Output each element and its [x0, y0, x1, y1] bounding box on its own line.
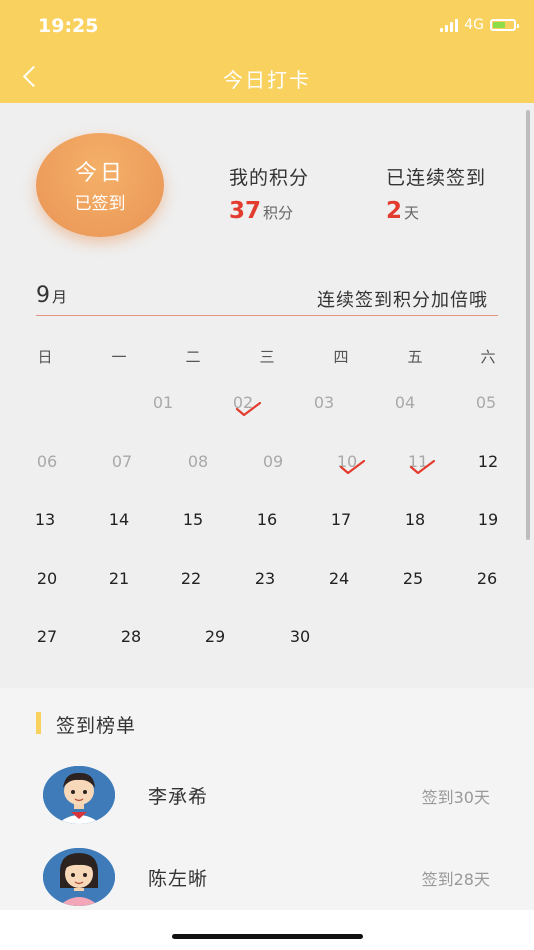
leaderboard-user-name: 李承希	[148, 786, 209, 808]
stat-points-value: 37	[229, 198, 262, 224]
calendar-day-13[interactable]: 13	[35, 510, 55, 529]
streak-tip: 连续签到积分加倍哦	[317, 290, 488, 311]
leaderboard-user-name: 陈左晰	[148, 868, 209, 890]
calendar-day-18[interactable]: 18	[405, 510, 425, 529]
calendar-day-04[interactable]: 04	[395, 393, 415, 412]
stat-points-label: 我的积分	[229, 167, 310, 189]
check-mark-icon	[235, 402, 261, 416]
status-indicators: 4G	[440, 17, 519, 33]
weekday-wed: 三	[259, 348, 275, 366]
calendar-day-06[interactable]: 06	[37, 452, 57, 471]
leaderboard-user-days: 签到30天	[421, 788, 490, 807]
calendar-day-09[interactable]: 09	[263, 452, 283, 471]
check-mark-icon	[409, 460, 435, 474]
check-mark-icon	[339, 460, 365, 474]
weekday-sat: 六	[480, 348, 496, 366]
calendar-day-29[interactable]: 29	[205, 627, 225, 646]
section-accent-bar	[36, 712, 41, 734]
calendar-day-16[interactable]: 16	[257, 510, 277, 529]
calendar-day-14[interactable]: 14	[109, 510, 129, 529]
bottom-safe-area	[0, 910, 534, 950]
network-type: 4G	[464, 17, 484, 33]
calendar-day-17[interactable]: 17	[331, 510, 351, 529]
calendar-day-20[interactable]: 20	[37, 569, 57, 588]
calendar-day-21[interactable]: 21	[109, 569, 129, 588]
stat-streak-label: 已连续签到	[386, 167, 487, 189]
weekday-tue: 二	[185, 348, 201, 366]
checkin-badge-line2: 已签到	[74, 194, 126, 214]
avatar-boy-icon	[43, 766, 115, 824]
checkin-badge[interactable]: 今日 已签到	[36, 133, 164, 237]
weekday-mon: 一	[111, 348, 127, 366]
stat-streak: 已连续签到 2天	[386, 163, 486, 224]
month-header: 9月 连续签到积分加倍哦	[36, 283, 498, 316]
status-time: 19:25	[38, 15, 99, 37]
calendar-day-05[interactable]: 05	[476, 393, 496, 412]
stat-streak-value: 2	[386, 198, 403, 224]
stat-points-unit: 积分	[263, 204, 294, 222]
calendar-day-19[interactable]: 19	[478, 510, 498, 529]
avatar-girl-icon	[43, 848, 115, 906]
home-indicator[interactable]	[172, 934, 363, 939]
calendar-day-25[interactable]: 25	[403, 569, 423, 588]
month-unit: 月	[52, 288, 68, 306]
calendar-day-22[interactable]: 22	[181, 569, 201, 588]
leaderboard-title: 签到榜单	[56, 715, 137, 737]
stat-points: 我的积分 37 积分	[229, 163, 309, 224]
calendar-day-27[interactable]: 27	[37, 627, 57, 646]
month-number: 9	[36, 283, 50, 308]
calendar-day-24[interactable]: 24	[329, 569, 349, 588]
weekday-sun: 日	[37, 348, 53, 366]
calendar-day-01[interactable]: 01	[153, 393, 173, 412]
weekday-fri: 五	[407, 348, 423, 366]
weekday-thu: 四	[333, 348, 349, 366]
battery-icon	[490, 19, 519, 31]
calendar-day-23[interactable]: 23	[255, 569, 275, 588]
scrollbar[interactable]	[526, 110, 530, 540]
checkin-badge-line1: 今日	[74, 161, 125, 186]
calendar-day-08[interactable]: 08	[188, 452, 208, 471]
calendar-day-15[interactable]: 15	[183, 510, 203, 529]
leaderboard-user-days: 签到28天	[421, 870, 490, 889]
calendar-day-26[interactable]: 26	[477, 569, 497, 588]
page-title: 今日打卡	[223, 68, 311, 92]
calendar-day-28[interactable]: 28	[121, 627, 141, 646]
calendar-day-07[interactable]: 07	[112, 452, 132, 471]
calendar-day-30[interactable]: 30	[290, 627, 310, 646]
signal-icon	[440, 18, 459, 32]
calendar-day-03[interactable]: 03	[314, 393, 334, 412]
calendar-day-12[interactable]: 12	[478, 452, 498, 471]
stat-streak-unit: 天	[404, 204, 420, 222]
